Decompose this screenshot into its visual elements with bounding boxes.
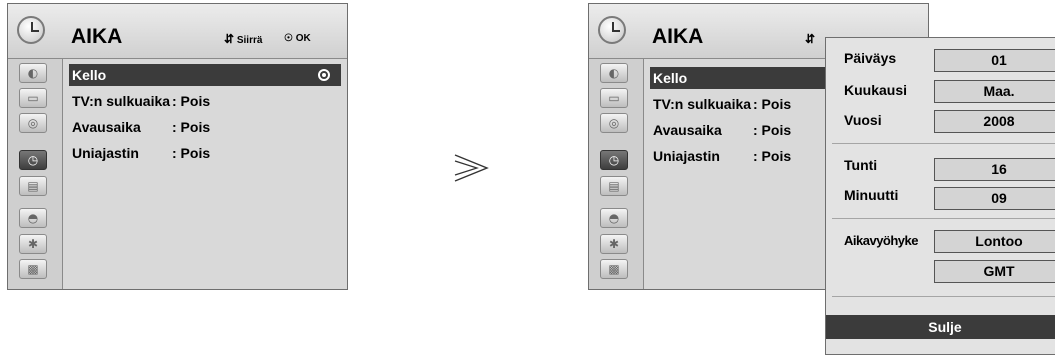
menu-header: AIKA ⇵ Siirrä ☉ OK: [8, 4, 347, 59]
menu-sidebar: ◐ ▭ ◎ ◷ ▤ ◓ ✱ ▩: [8, 59, 63, 289]
ok-circle-icon: ☉: [284, 33, 293, 44]
clock-icon[interactable]: ◷: [19, 150, 47, 170]
menu-title: AIKA: [652, 25, 704, 48]
speaker-icon[interactable]: ◎: [19, 113, 47, 133]
satellite-dish-icon[interactable]: ◐: [600, 63, 628, 83]
menu-item-on-time[interactable]: Avausaika : Pois: [69, 116, 341, 138]
tv-screen-icon[interactable]: ▭: [600, 88, 628, 108]
menu-sidebar: ◐ ▭ ◎ ◷ ▤ ◓ ✱ ▩: [589, 59, 644, 289]
divider: [832, 143, 1055, 144]
dpad-icon: ⇵: [224, 32, 235, 46]
clock-icon[interactable]: ◷: [600, 150, 628, 170]
toolbox-icon[interactable]: ▤: [600, 176, 628, 196]
minute-label: Minuutti: [844, 187, 899, 203]
hour-label: Tunti: [844, 157, 878, 173]
left-menu-panel: AIKA ⇵ Siirrä ☉ OK ◐ ▭ ◎ ◷ ▤ ◓ ✱ ▩ Kello…: [7, 3, 348, 290]
satellite-dish-icon[interactable]: ◐: [19, 63, 47, 83]
year-label: Vuosi: [844, 112, 882, 128]
bluetooth-icon[interactable]: ✱: [600, 234, 628, 254]
lock-icon[interactable]: ◓: [19, 208, 47, 228]
timezone-offset-field[interactable]: GMT: [934, 260, 1055, 283]
ok-radio-icon: [318, 69, 330, 81]
close-button[interactable]: Sulje: [826, 315, 1055, 339]
tv-screen-icon[interactable]: ▭: [19, 88, 47, 108]
divider: [832, 218, 1055, 219]
minute-field[interactable]: 09: [934, 187, 1055, 210]
timezone-label: Aikavyöhyke: [844, 233, 919, 248]
menu-title: AIKA: [71, 25, 123, 48]
day-field[interactable]: 01: [934, 49, 1055, 72]
timezone-city-field[interactable]: Lontoo: [934, 230, 1055, 253]
hour-field[interactable]: 16: [934, 158, 1055, 181]
move-hint: ⇵: [805, 33, 815, 47]
menu-item-kello[interactable]: Kello: [69, 64, 341, 86]
clapperboard-icon[interactable]: ▩: [19, 259, 47, 279]
clock-settings-popup: Päiväys 01 Kuukausi Maa. Vuosi 2008 Tunt…: [825, 37, 1055, 355]
menu-item-tv-off-time[interactable]: TV:n sulkuaika : Pois: [69, 90, 341, 112]
clock-icon: [17, 16, 45, 44]
menu-list: Kello TV:n sulkuaika : Pois Avausaika : …: [63, 59, 347, 289]
transition-arrow-icon: [454, 154, 489, 182]
dpad-icon: ⇵: [805, 32, 816, 46]
clock-icon: [598, 16, 626, 44]
year-field[interactable]: 2008: [934, 110, 1055, 133]
ok-hint: ☉ OK: [284, 33, 311, 44]
day-label: Päiväys: [844, 50, 897, 66]
move-hint: ⇵ Siirrä: [224, 32, 263, 46]
lock-icon[interactable]: ◓: [600, 208, 628, 228]
month-label: Kuukausi: [844, 82, 908, 98]
divider: [832, 296, 1055, 297]
bluetooth-icon[interactable]: ✱: [19, 234, 47, 254]
month-field[interactable]: Maa.: [934, 80, 1055, 103]
toolbox-icon[interactable]: ▤: [19, 176, 47, 196]
clapperboard-icon[interactable]: ▩: [600, 259, 628, 279]
speaker-icon[interactable]: ◎: [600, 113, 628, 133]
menu-item-sleep-timer[interactable]: Uniajastin : Pois: [69, 142, 341, 164]
